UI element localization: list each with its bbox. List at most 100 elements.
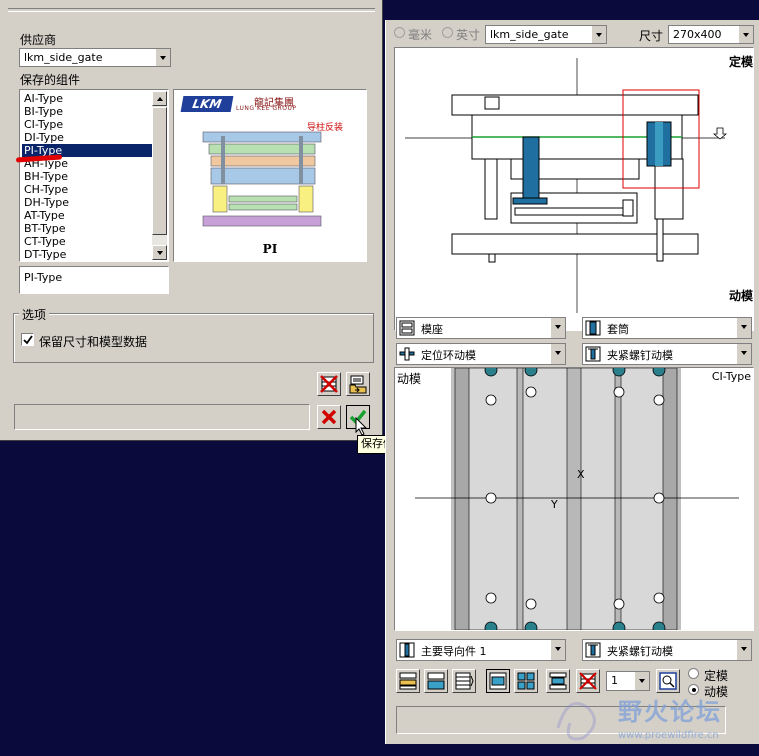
list-item[interactable]: BI-Type <box>22 105 152 118</box>
plan-axis-y-label: Y <box>551 498 558 511</box>
lkm-logo: LKM <box>180 96 234 112</box>
mold-layers-icon <box>427 672 445 690</box>
keep-data-checkbox[interactable] <box>21 333 34 346</box>
component-dialog: 供应商 lkm_side_gate 保存的组件 AI-Type BI-Type CI… <box>0 0 383 441</box>
radio-fixed-label: 定模 <box>704 669 729 683</box>
scroll-down-button[interactable] <box>152 245 167 260</box>
list-item[interactable]: CH-Type <box>22 183 152 196</box>
checkmark-icon <box>23 335 33 345</box>
supplier-select[interactable]: lkm_side_gate <box>19 48 171 67</box>
list-item[interactable]: DT-Type <box>22 248 152 261</box>
delete-grid-icon <box>320 375 338 393</box>
saved-components-label: 保存的组件 <box>20 73 81 87</box>
dialog-top-divider <box>8 8 375 12</box>
tool-button-2[interactable] <box>424 669 448 693</box>
unit-inch-label: 英寸 <box>456 28 481 42</box>
unit-mm-label: 毫米 <box>408 28 433 42</box>
mold-open-icon <box>399 672 417 690</box>
chevron-down-icon[interactable] <box>550 640 565 660</box>
list-item[interactable]: DH-Type <box>22 196 152 209</box>
plan-left-label: 动模 <box>397 372 422 386</box>
plan-axis-x-label: X <box>577 468 585 481</box>
mouse-cursor-icon <box>355 417 368 436</box>
close-icon <box>321 409 337 425</box>
size-value: 270x400 <box>673 28 722 41</box>
guide-pin-icon <box>399 642 415 658</box>
layout-panel: 毫米 英寸 lkm_side_gate 尺寸 270x400 定模 动模 Z Y <box>385 20 759 744</box>
status-field <box>14 404 310 430</box>
clamp-screw-select-2[interactable]: 夹紧螺钉动模 <box>582 639 752 661</box>
sleeve-select[interactable]: 套筒 <box>582 317 752 339</box>
mold-base-select[interactable]: 模座 <box>396 317 566 339</box>
arrow-up-icon <box>157 97 163 101</box>
clamp-screw-icon <box>585 346 601 362</box>
tool-button-4[interactable] <box>486 669 510 693</box>
main-guide-select[interactable]: 主要导向件 1 <box>396 639 566 661</box>
list-item[interactable]: CI-Type <box>22 118 152 131</box>
folder-save-icon <box>349 375 367 394</box>
right-supplier-select[interactable]: lkm_side_gate <box>485 25 607 44</box>
list-scrollbar[interactable] <box>152 91 167 260</box>
radio-fixed[interactable] <box>688 668 699 679</box>
main-guide-value: 主要导向件 1 <box>421 645 487 658</box>
chevron-down-icon[interactable] <box>550 344 565 364</box>
sleeve-icon <box>585 320 601 336</box>
mold-base-icon <box>399 320 415 336</box>
watermark-en: www.proewildfire.cn <box>618 730 719 741</box>
unit-mm-radio[interactable] <box>394 27 405 38</box>
chevron-down-icon[interactable] <box>736 344 751 364</box>
mold-drawing-icon <box>202 131 322 227</box>
components-list[interactable]: AI-Type BI-Type CI-Type DI-Type PI-Type AH-Ty… <box>19 89 169 262</box>
keep-data-label: 保留尺寸和模型数据 <box>39 335 148 349</box>
save-component-button[interactable] <box>346 372 370 396</box>
list-item[interactable]: CT-Type <box>22 235 152 248</box>
watermark-swirl-icon <box>556 702 596 741</box>
clamp-screw-select[interactable]: 夹紧螺钉动模 <box>582 343 752 365</box>
supplier-select-value: lkm_side_gate <box>24 51 103 64</box>
tool-button-5[interactable] <box>514 669 538 693</box>
clamp-screw-value: 夹紧螺钉动模 <box>607 349 673 362</box>
locating-ring-select[interactable]: 定位环动模 <box>396 343 566 365</box>
clamp-screw-2-value: 夹紧螺钉动模 <box>607 645 673 658</box>
side-view-canvas[interactable]: 定模 动模 Z Y <box>394 47 754 331</box>
chevron-down-icon[interactable] <box>736 640 751 660</box>
company-en: LUNG KEE GROUP <box>236 105 297 112</box>
selected-type-value: PI-Type <box>24 271 63 284</box>
list-item[interactable]: DI-Type <box>22 131 152 144</box>
cancel-button[interactable] <box>317 405 341 429</box>
list-item[interactable]: BH-Type <box>22 170 152 183</box>
plan-view-canvas[interactable]: 动模 CI-Type X Y <box>394 367 754 631</box>
locating-ring-icon <box>399 347 415 361</box>
tool-button-3[interactable] <box>452 669 476 693</box>
size-select[interactable]: 270x400 <box>668 25 754 44</box>
arrow-down-icon <box>157 251 163 255</box>
scroll-up-button[interactable] <box>152 91 167 106</box>
chevron-down-icon[interactable] <box>550 318 565 338</box>
preview-caption: PI <box>262 242 278 256</box>
delete-component-button[interactable] <box>317 372 341 396</box>
scroll-thumb[interactable] <box>152 107 167 235</box>
unit-inch-radio[interactable] <box>442 27 453 38</box>
watermark: 野火论坛 www.proewildfire.cn <box>548 688 748 748</box>
list-item[interactable]: AT-Type <box>22 209 152 222</box>
list-item[interactable]: AI-Type <box>22 92 152 105</box>
locating-ring-value: 定位环动模 <box>421 349 476 362</box>
single-view-icon <box>489 672 507 690</box>
chevron-down-icon[interactable] <box>591 26 606 43</box>
watermark-cn: 野火论坛 <box>618 698 722 726</box>
chevron-down-icon[interactable] <box>736 318 751 338</box>
supplier-label: 供应商 <box>20 33 57 47</box>
chevron-down-icon[interactable] <box>738 26 753 43</box>
plan-view-drawing <box>415 368 739 630</box>
components-list-items: AI-Type BI-Type CI-Type DI-Type PI-Type AH-Ty… <box>22 92 152 261</box>
list-item[interactable]: BT-Type <box>22 222 152 235</box>
quad-view-icon <box>517 672 535 690</box>
tool-button-1[interactable] <box>396 669 420 693</box>
selected-type-field[interactable]: PI-Type <box>19 266 169 294</box>
size-label: 尺寸 <box>639 29 664 43</box>
component-preview: LKM 龍記集團 LUNG KEE GROUP 导柱反装 PI <box>173 89 367 262</box>
stacked-plates-icon <box>455 672 474 690</box>
chevron-down-icon[interactable] <box>155 49 170 66</box>
options-label: 选项 <box>19 306 50 323</box>
sleeve-value: 套筒 <box>607 323 629 336</box>
